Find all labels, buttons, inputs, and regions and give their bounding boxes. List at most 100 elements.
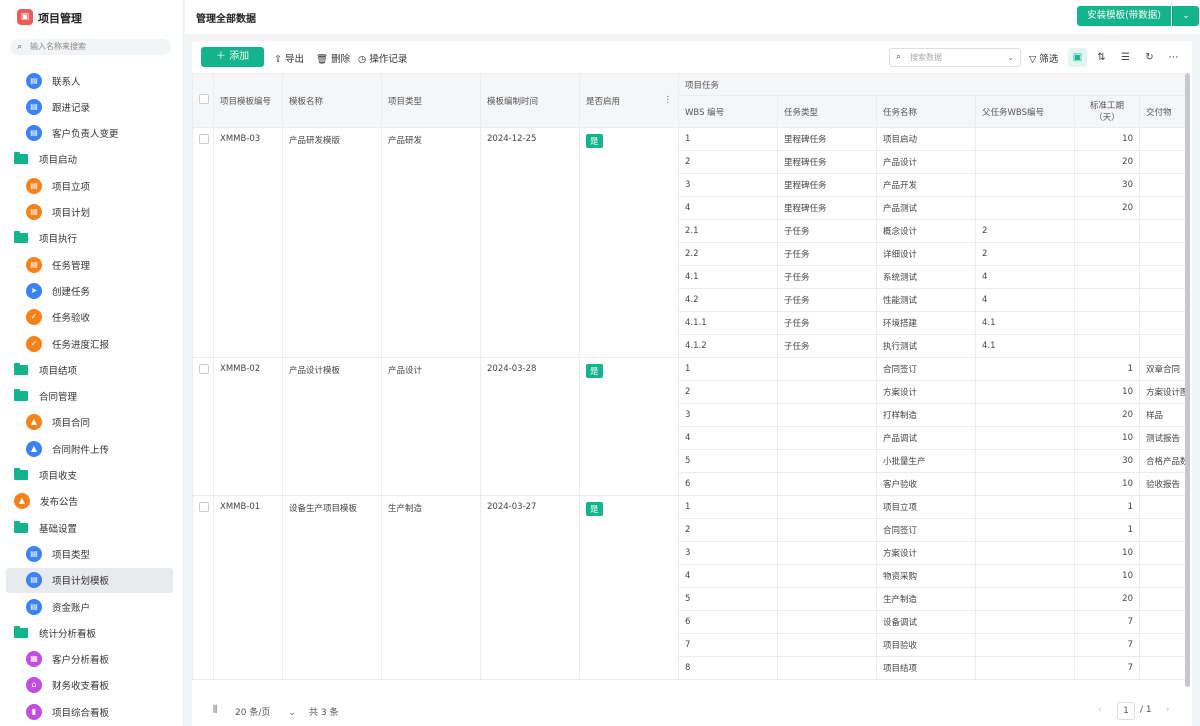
sidebar-item-label: 跟进记录 xyxy=(52,102,91,114)
cell-parent-wbs: 2 xyxy=(975,219,1075,243)
refresh-icon[interactable]: ↻ xyxy=(1140,48,1159,67)
sidebar-item-label: 联系人 xyxy=(52,76,81,88)
sidebar-item[interactable]: ▤ 资金账户 xyxy=(6,594,173,619)
sidebar-item[interactable]: ▤ 任务管理 xyxy=(6,252,173,277)
sidebar-item-label: 客户分析看板 xyxy=(52,655,110,667)
sidebar-item[interactable]: ✓ 任务进度汇报 xyxy=(6,331,173,356)
row-checkbox[interactable] xyxy=(199,502,209,512)
column-menu-icon[interactable]: ⋮ xyxy=(664,95,673,105)
more-icon[interactable]: ⋯ xyxy=(1164,48,1183,67)
cell-duration: 10 xyxy=(1074,472,1140,496)
table-row[interactable]: XMMB-01 设备生产项目模板 生产制造 2024-03-27 是 1 项目立项 1 xyxy=(192,495,1185,680)
data-panel: ＋ 添加 ⇪ 导出 🗑 删除 ◷ 操作记录 ⌕ 搜索数据 ⌄ ▽ 筛选 ▣ ⇅ ☰ … xyxy=(192,41,1192,726)
prev-page-icon[interactable]: ‹ xyxy=(1098,705,1102,715)
sidebar-item[interactable]: ⌂ 财务收支看板 xyxy=(6,673,173,698)
doc-icon: ▤ xyxy=(26,204,42,220)
col-task-type[interactable]: 任务类型 xyxy=(777,95,877,128)
table-row[interactable]: XMMB-02 产品设计模板 产品设计 2024-03-28 是 1 合同签订 1 双章合同 xyxy=(192,357,1185,496)
page-total: / 1 xyxy=(1140,705,1152,715)
cell-parent-wbs xyxy=(975,472,1075,496)
columns-icon[interactable]: ☰ xyxy=(1116,48,1135,67)
sidebar-item[interactable]: ▲ 发布公告 xyxy=(6,489,173,514)
select-all-checkbox[interactable] xyxy=(199,94,209,104)
cell-duration xyxy=(1074,334,1140,358)
sidebar-item[interactable]: ▤ 跟进记录 xyxy=(6,94,173,119)
sidebar-item[interactable]: ▲ 项目合同 xyxy=(6,410,173,435)
sidebar-item[interactable]: 统计分析看板 xyxy=(6,620,173,645)
cell-date: 2024-12-25 xyxy=(480,127,580,358)
cell-deliverable xyxy=(1138,495,1185,519)
sidebar-item[interactable]: ▤ 联系人 xyxy=(6,68,173,93)
row-checkbox[interactable] xyxy=(199,134,209,144)
cell-duration xyxy=(1074,311,1140,335)
cell-parent-wbs: 4 xyxy=(975,288,1075,312)
sidebar-item[interactable]: 合同管理 xyxy=(6,384,173,409)
col-code[interactable]: 项目模板编号 xyxy=(213,73,283,128)
col-deliverable[interactable]: 交付物 xyxy=(1138,95,1185,128)
cell-duration: 30 xyxy=(1074,173,1140,197)
sidebar-item[interactable]: ▤ 项目计划 xyxy=(6,200,173,225)
col-task-name[interactable]: 任务名称 xyxy=(876,95,976,128)
col-enabled[interactable]: 是否启用 ⋮ xyxy=(579,73,679,128)
cell-task-name: 项目验收 xyxy=(876,633,976,657)
cell-duration: 20 xyxy=(1074,587,1140,611)
search-data-input[interactable]: ⌕ 搜索数据 ⌄ xyxy=(889,48,1021,67)
chevron-down-icon: ⌄ xyxy=(1007,53,1014,62)
cell-name: 产品研发模版 xyxy=(282,127,382,358)
sidebar-item-label: 项目执行 xyxy=(39,234,78,246)
col-duration[interactable]: 标准工期（天） xyxy=(1074,95,1140,128)
next-page-icon[interactable]: › xyxy=(1166,705,1170,715)
density-icon[interactable]: ⫼ xyxy=(213,705,217,715)
cell-task-type xyxy=(777,587,877,611)
cell-task-type xyxy=(777,357,877,381)
total-count: 共 3 条 xyxy=(309,708,339,718)
table-row[interactable]: XMMB-03 产品研发模版 产品研发 2024-12-25 是 1 里程碑任务 项目启动 10 xyxy=(192,127,1185,358)
sidebar-item[interactable]: ✓ 任务验收 xyxy=(6,305,173,330)
add-button[interactable]: ＋ 添加 xyxy=(201,47,264,67)
sidebar-item[interactable]: 项目启动 xyxy=(6,147,173,172)
delete-label: 删除 xyxy=(331,54,351,65)
sort-icon[interactable]: ⇅ xyxy=(1092,48,1111,67)
vertical-scrollbar[interactable] xyxy=(1185,73,1190,687)
sidebar-item[interactable]: ▦ 客户分析看板 xyxy=(6,647,173,672)
sidebar-item[interactable]: ▤ 项目计划模板 xyxy=(6,567,173,593)
page-size-select[interactable]: 20 条/页 ⌄ xyxy=(235,705,296,718)
cell-deliverable xyxy=(1138,334,1185,358)
sidebar-item[interactable]: 项目执行 xyxy=(6,226,173,251)
col-enabled-label: 是否启用 xyxy=(586,96,621,107)
delete-button[interactable]: 🗑 删除 xyxy=(316,51,350,65)
sidebar-search-input[interactable]: ⌕ 输入名称来搜索 xyxy=(10,39,171,55)
sidebar-item[interactable]: 基础设置 xyxy=(6,515,173,540)
cell-duration: 20 xyxy=(1074,196,1140,220)
cell-deliverable xyxy=(1138,288,1185,312)
log-button[interactable]: ◷ 操作记录 xyxy=(358,51,407,65)
install-template-button[interactable]: 安装模板(带数据) xyxy=(1077,6,1171,26)
sidebar-item[interactable]: ▤ 项目类型 xyxy=(6,541,173,566)
filter-button[interactable]: ▽ 筛选 xyxy=(1029,51,1058,65)
sidebar-item[interactable]: ➤ 创建任务 xyxy=(6,278,173,303)
sidebar-item[interactable]: ▮ 项目综合看板 xyxy=(6,699,173,724)
cell-deliverable xyxy=(1138,173,1185,197)
doc-icon: ▤ xyxy=(26,72,42,89)
sidebar-item[interactable]: ▤ 客户负责人变更 xyxy=(6,121,173,146)
folder-icon xyxy=(14,362,28,375)
col-wbs[interactable]: WBS 编号 xyxy=(678,95,778,128)
col-type[interactable]: 项目类型 xyxy=(381,73,481,128)
row-height-icon[interactable]: ▣ xyxy=(1068,48,1087,67)
install-dropdown-chevron-icon[interactable]: ⌄ xyxy=(1172,6,1199,26)
col-date[interactable]: 模板编制时间 xyxy=(480,73,580,128)
row-checkbox[interactable] xyxy=(199,364,209,374)
cell-duration: 1 xyxy=(1074,357,1140,381)
sidebar-item[interactable]: 项目收支 xyxy=(6,463,173,488)
page-input[interactable]: 1 xyxy=(1117,702,1135,720)
export-button[interactable]: ⇪ 导出 xyxy=(274,51,304,65)
cell-task-name: 产品开发 xyxy=(876,173,976,197)
cell-parent-wbs xyxy=(975,357,1075,381)
enabled-badge: 是 xyxy=(586,134,603,148)
sidebar-item-label: 合同管理 xyxy=(39,392,78,404)
col-name[interactable]: 模板名称 xyxy=(282,73,382,128)
sidebar-item[interactable]: 项目结项 xyxy=(6,357,173,382)
sidebar-item[interactable]: ▤ 项目立项 xyxy=(6,173,173,198)
sidebar-item[interactable]: ▲ 合同附件上传 xyxy=(6,436,173,461)
col-parent[interactable]: 父任务WBS编号 xyxy=(975,95,1075,128)
